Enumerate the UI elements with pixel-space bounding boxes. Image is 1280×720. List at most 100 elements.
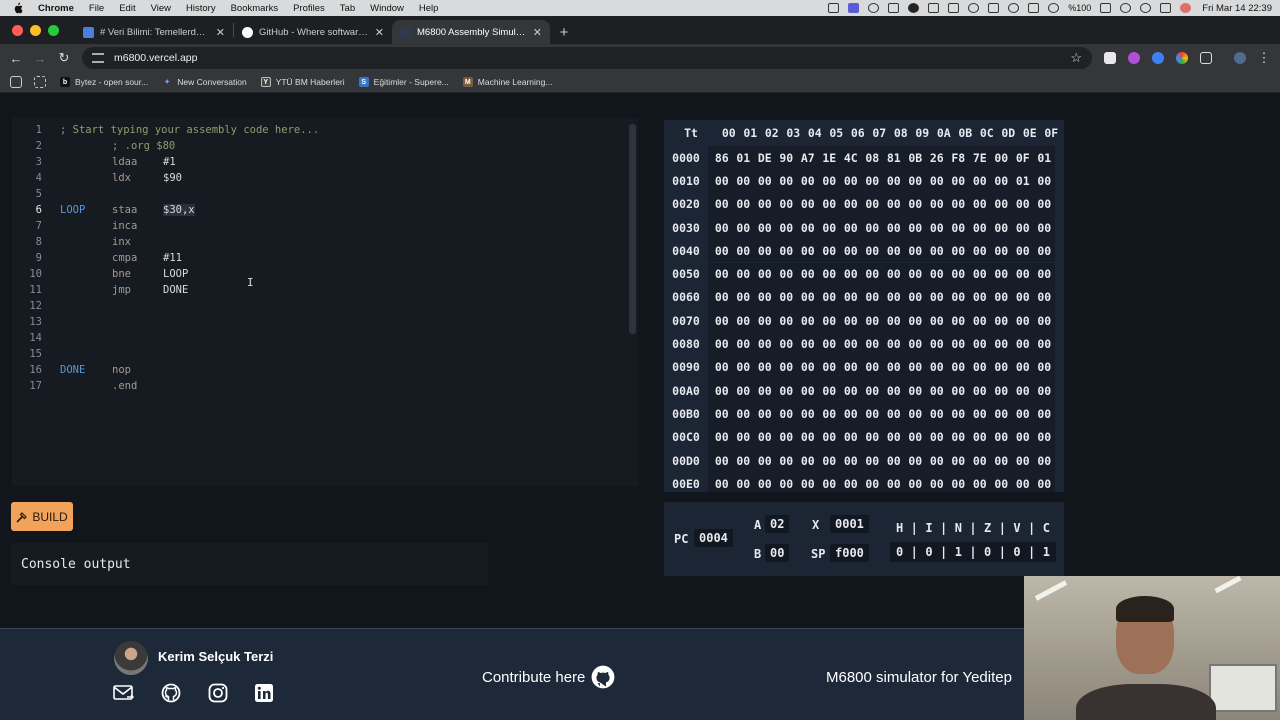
code-line[interactable]: 8 inx [12, 236, 612, 252]
more-menu-icon[interactable]: ⋮ [1252, 50, 1276, 66]
code-line[interactable]: 10 bne LOOP [12, 268, 612, 284]
mail-icon[interactable] [113, 682, 135, 704]
contribute-link[interactable]: Contribute here [482, 665, 615, 689]
bookmark-egitimler[interactable]: S Eğitimler - Supere... [358, 77, 449, 87]
memory-byte: 00 [951, 313, 966, 328]
code-line[interactable]: 7 inca [12, 220, 612, 236]
battery-percent[interactable]: %100 [1068, 3, 1091, 13]
screen-mirror-icon[interactable] [828, 3, 840, 13]
reload-icon[interactable]: ↻ [52, 50, 76, 66]
code-editor[interactable]: 1 ; Start typing your assembly code here.… [12, 118, 638, 486]
slash-icon[interactable] [1028, 3, 1040, 13]
apple-logo-icon[interactable] [12, 2, 24, 14]
menu-history[interactable]: History [186, 3, 216, 14]
minimize-window-button[interactable] [30, 24, 41, 36]
code-line[interactable]: 15 [12, 348, 612, 364]
code-line[interactable]: 16 DONE nop [12, 364, 612, 380]
profile-avatar-icon[interactable] [1234, 52, 1246, 64]
code-line[interactable]: 5 [12, 188, 612, 204]
bookmark-bytez[interactable]: b Bytez - open sour... [60, 77, 148, 87]
code-line[interactable]: 12 [12, 300, 612, 316]
menu-view[interactable]: View [151, 3, 171, 14]
code-line[interactable]: 14 [12, 332, 612, 348]
code-line[interactable]: 17 .end [12, 380, 612, 396]
memory-column-header: 0D [1001, 126, 1016, 140]
screen-record-icon[interactable] [848, 3, 860, 13]
translate-icon[interactable] [928, 3, 940, 13]
bookmark-new-conversation[interactable]: ✦ New Conversation [162, 77, 246, 87]
memory-byte: 00 [972, 220, 987, 235]
chrome-extension-icon[interactable] [1176, 52, 1188, 64]
close-tab-icon[interactable]: ✕ [375, 26, 384, 39]
menu-clock[interactable]: Fri Mar 14 22:39 [1202, 3, 1272, 14]
clipboard-icon[interactable] [888, 3, 900, 13]
code-line[interactable]: 6 LOOP staa $30,x [12, 204, 612, 220]
memory-byte: 00 [929, 406, 944, 421]
menu-bookmarks[interactable]: Bookmarks [231, 3, 279, 14]
site-settings-icon[interactable] [92, 53, 104, 63]
memory-byte: 00 [843, 430, 858, 445]
memory-byte: 00 [929, 243, 944, 258]
search-icon[interactable] [1140, 3, 1152, 13]
new-tab-button[interactable]: + [550, 20, 578, 44]
instagram-icon[interactable] [207, 682, 229, 704]
extension-purple-icon[interactable] [1128, 52, 1140, 64]
timer-icon[interactable] [868, 3, 880, 13]
bookmark-machine-learning[interactable]: M Machine Learning... [462, 77, 552, 87]
menu-edit[interactable]: Edit [119, 3, 135, 14]
bookmark-ytu[interactable]: Y YTÜ BM Haberleri [260, 77, 345, 87]
menu-file[interactable]: File [89, 3, 104, 14]
siri-icon[interactable] [1180, 3, 1192, 13]
close-tab-icon[interactable]: ✕ [533, 26, 542, 39]
editor-scrollbar[interactable] [629, 124, 636, 334]
code-line[interactable]: 13 [12, 316, 612, 332]
close-window-button[interactable] [12, 24, 23, 36]
github-icon[interactable] [160, 682, 182, 704]
code-line[interactable]: 11 jmp DONE [12, 284, 612, 300]
close-tab-icon[interactable]: ✕ [216, 26, 225, 39]
control-center-icon[interactable] [1160, 3, 1172, 13]
build-button[interactable]: BUILD [11, 502, 73, 531]
code-line[interactable]: 1 ; Start typing your assembly code here.… [12, 124, 612, 140]
moon-icon[interactable] [968, 3, 980, 13]
extensions-puzzle-icon[interactable] [1200, 52, 1212, 64]
windows-icon[interactable] [988, 3, 1000, 13]
grid-icon[interactable] [948, 3, 960, 13]
menu-tab[interactable]: Tab [340, 3, 355, 14]
memory-cells: 00 00 00 00 00 00 00 00 00 00 00 00 00 00 00 00 [708, 215, 1055, 240]
back-arrow-icon[interactable]: ← [4, 51, 28, 66]
menu-profiles[interactable]: Profiles [293, 3, 325, 14]
memory-byte: 00 [1037, 360, 1052, 375]
wifi-icon[interactable] [1120, 3, 1132, 13]
doc-extension-icon[interactable] [1104, 52, 1116, 64]
headphones-icon[interactable] [1008, 3, 1020, 13]
tab-veri-bilimi[interactable]: # Veri Bilimi: Temellerden İler ✕ [75, 20, 233, 44]
code-line[interactable]: 9 cmpa #11 [12, 252, 612, 268]
play-icon[interactable] [1048, 3, 1060, 13]
tab-github[interactable]: GitHub - Where software is bu ✕ [234, 20, 392, 44]
address-url[interactable]: m6800.vercel.app [114, 52, 197, 64]
code-line[interactable]: 4 ldx $90 [12, 172, 612, 188]
apps-grid-icon[interactable] [34, 76, 46, 88]
memory-byte: 00 [908, 383, 923, 398]
extension-blue-icon[interactable] [1152, 52, 1164, 64]
sidebar-toggle-icon[interactable] [10, 76, 22, 88]
code-line[interactable]: 2 ; .org $80 [12, 140, 612, 156]
bookmark-star-icon[interactable]: ☆ [1070, 50, 1082, 66]
memory-row: 0010 00 00 00 00 00 00 00 00 00 00 00 00 00 00 01 00 [664, 169, 1064, 193]
forward-arrow-icon[interactable]: → [28, 51, 52, 66]
linkedin-icon[interactable] [253, 682, 275, 704]
address-bar[interactable]: m6800.vercel.app ☆ [82, 47, 1092, 69]
zoom-window-button[interactable] [48, 24, 59, 36]
menu-window[interactable]: Window [370, 3, 404, 14]
memory-byte: 00 [800, 313, 815, 328]
menu-help[interactable]: Help [419, 3, 439, 14]
menu-app-name[interactable]: Chrome [38, 3, 74, 14]
whiteboard [1209, 664, 1277, 712]
code-line[interactable]: 3 ldaa #1 [12, 156, 612, 172]
bookmark-label: Bytez - open sour... [75, 77, 149, 87]
battery-icon[interactable] [1100, 3, 1112, 13]
tab-m6800-simulator[interactable]: M6800 Assembly Simulator ✕ [392, 20, 550, 44]
dollar-icon[interactable] [908, 3, 920, 13]
memory-byte: 00 [1037, 173, 1052, 188]
